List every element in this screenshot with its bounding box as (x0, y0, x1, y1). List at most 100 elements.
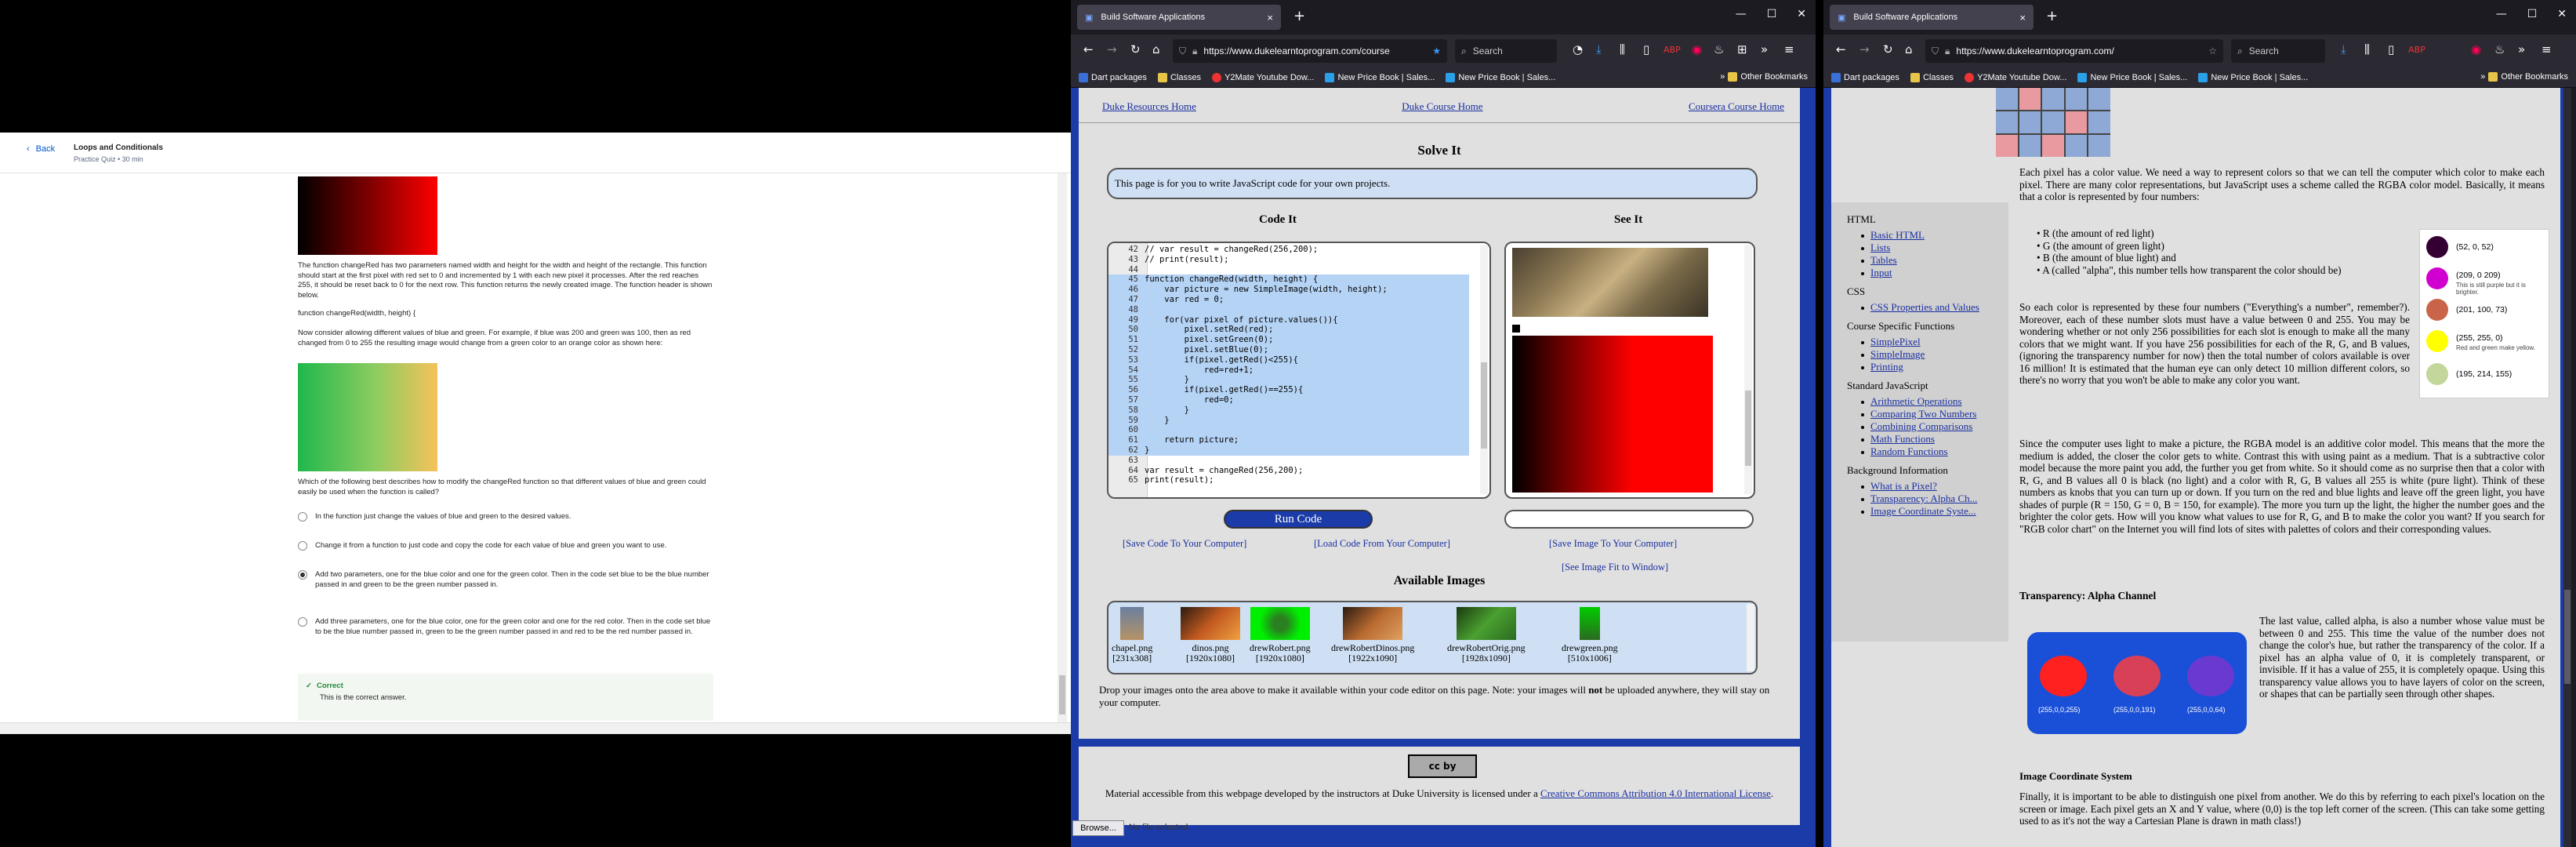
answer-option[interactable]: Change it from a function to just code a… (298, 541, 713, 551)
sidebar-link[interactable]: Combining Comparisons (1870, 420, 1972, 433)
sidebar-link[interactable]: Lists (1870, 242, 1890, 254)
code-line[interactable]: 51 pixel.setGreen(0); (1108, 335, 1469, 345)
home-icon[interactable]: ⌂ (1152, 42, 1160, 56)
new-tab-icon[interactable]: + (1293, 8, 1305, 24)
bookmark-item[interactable]: New Price Book | Sales... (1325, 72, 1435, 82)
sidebar-link[interactable]: Basic HTML (1870, 229, 1925, 242)
code-line[interactable]: 45 function changeRed(width, height) { (1108, 274, 1469, 285)
sidebar-icon[interactable]: ▯ (2388, 42, 2394, 56)
page-scrollbar[interactable] (2563, 88, 2571, 847)
sidebar-link[interactable]: Arithmetic Operations (1870, 395, 1962, 408)
sidebar-link[interactable]: What is a Pixel? (1870, 480, 1937, 493)
code-line[interactable]: 44 (1108, 265, 1469, 275)
code-line[interactable]: 59 } (1108, 415, 1469, 426)
radio-button-selected[interactable] (298, 570, 307, 580)
code-line[interactable]: 64 var result = changeRed(256,200); (1108, 466, 1469, 476)
radio-button[interactable] (298, 512, 307, 522)
code-line[interactable]: 62} (1108, 445, 1469, 456)
sidebar-link[interactable]: Tables (1870, 254, 1897, 267)
license-link[interactable]: Creative Commons Attribution 4.0 Interna… (1540, 787, 1771, 799)
sidebar-link[interactable]: Image Coordinate Syste... (1870, 505, 1976, 518)
image-thumbnail[interactable]: chapel.png [231x308] (1112, 607, 1152, 663)
answer-option-selected[interactable]: Add two parameters, one for the blue col… (298, 570, 713, 590)
code-line[interactable]: 43 // print(result); (1108, 255, 1469, 265)
bookmark-star-icon[interactable]: ☆ (2208, 45, 2217, 56)
bookmark-item[interactable]: New Price Book | Sales... (2077, 72, 2187, 82)
image-thumbnail[interactable]: dinos.png [1920x1080] (1181, 607, 1240, 663)
horizontal-scrollbar[interactable] (0, 722, 1071, 734)
library-icon[interactable]: ⫼ (1620, 42, 1625, 56)
code-line[interactable]: 47 var red = 0; (1108, 295, 1469, 305)
creative-commons-badge-icon[interactable]: cc by (1408, 754, 1477, 778)
close-window-icon[interactable]: ✕ (2557, 8, 2567, 20)
save-code-link[interactable]: [Save Code To Your Computer] (1123, 538, 1246, 550)
bookmark-star-icon[interactable]: ★ (1432, 45, 1441, 56)
maximize-icon[interactable]: ☐ (1767, 8, 1777, 20)
image-thumbnail[interactable]: drewgreen.png [510x1006] (1562, 607, 1618, 663)
extension-icon[interactable]: ♨ (1714, 42, 1724, 56)
scrollbar-thumb[interactable] (1481, 362, 1487, 449)
duke-resources-link[interactable]: Duke Resources Home (1102, 100, 1196, 116)
library-icon[interactable]: ⫼ (2364, 42, 2370, 56)
radio-button[interactable] (298, 617, 307, 627)
save-image-link[interactable]: [Save Image To Your Computer] (1549, 538, 1677, 550)
code-line[interactable]: 57 red=0; (1108, 395, 1469, 405)
bookmark-item[interactable]: Dart packages (1831, 72, 1899, 82)
pocket-icon[interactable]: ◔ (1573, 42, 1583, 56)
image-thumbnail[interactable]: drewRobertOrig.png [1928x1090] (1447, 607, 1526, 663)
available-images-strip[interactable]: chapel.png [231x308] dinos.png [1920x108… (1107, 601, 1758, 674)
sidebar-link[interactable]: SimplePixel (1870, 336, 1921, 348)
hamburger-menu-icon[interactable]: ≡ (2542, 42, 2552, 56)
answer-option[interactable]: Add three parameters, one for the blue c… (298, 617, 713, 637)
code-line[interactable]: 61 return picture; (1108, 435, 1469, 445)
code-line[interactable]: 50 pixel.setRed(red); (1108, 325, 1469, 336)
answer-option[interactable]: In the function just change the values o… (298, 512, 713, 522)
run-code-button[interactable]: Run Code (1224, 510, 1373, 529)
scrollbar-thumb[interactable] (1745, 391, 1751, 466)
browser-tab[interactable]: ▣ Build Software Applications × (1830, 5, 2034, 30)
sidebar-icon[interactable]: ▯ (1643, 42, 1649, 56)
forward-arrow-icon[interactable]: → (1107, 42, 1117, 56)
image-filename-input[interactable] (1504, 510, 1754, 529)
code-editor[interactable]: 42 // var result = changeRed(256,200); 43 /… (1107, 242, 1491, 499)
image-thumbnail[interactable]: drewRobert.png [1920x1080] (1250, 607, 1311, 663)
fit-image-link[interactable]: [See Image Fit to Window] (1562, 562, 1668, 573)
close-tab-icon[interactable]: × (1267, 12, 1273, 24)
sidebar-link[interactable]: Math Functions (1870, 433, 1935, 445)
maximize-icon[interactable]: ☐ (2527, 8, 2538, 20)
radio-button[interactable] (298, 541, 307, 551)
close-window-icon[interactable]: ✕ (1797, 8, 1806, 20)
extension-icon[interactable]: ◉ (2471, 42, 2481, 56)
bookmark-item[interactable]: Classes (1910, 72, 1954, 82)
sidebar-link[interactable]: Printing (1870, 361, 1903, 373)
code-line[interactable]: 58 } (1108, 405, 1469, 416)
extension-icon[interactable]: ⊞ (1737, 42, 1747, 56)
code-line[interactable]: 54 red=red+1; (1108, 365, 1469, 376)
bookmark-item[interactable]: Classes (1157, 72, 1201, 82)
code-line[interactable]: 49 for(var pixel of picture.values()){ (1108, 314, 1469, 325)
sidebar-link[interactable]: Comparing Two Numbers (1870, 408, 1976, 420)
load-code-link[interactable]: [Load Code From Your Computer] (1314, 538, 1450, 550)
strip-scrollbar[interactable] (1747, 604, 1754, 671)
scrollbar-thumb[interactable] (2564, 590, 2571, 684)
close-tab-icon[interactable]: × (2019, 12, 2026, 24)
sidebar-link[interactable]: CSS Properties and Values (1870, 301, 1979, 314)
extension-icon[interactable]: ♨ (2494, 42, 2505, 56)
preview-scrollbar[interactable] (1744, 245, 1752, 494)
bookmark-item[interactable]: Y2Mate Youtube Dow... (1965, 72, 2066, 82)
search-bar[interactable]: ⌕ Search (2231, 39, 2325, 63)
download-icon[interactable]: ⤓ (2341, 42, 2346, 56)
minimize-icon[interactable]: — (2496, 8, 2507, 20)
code-line[interactable]: 56 if(pixel.getRed()==255){ (1108, 385, 1469, 395)
code-line[interactable]: 46 var picture = new SimpleImage(width, … (1108, 285, 1469, 295)
vertical-scrollbar[interactable] (1058, 173, 1067, 722)
other-bookmarks[interactable]: » Other Bookmarks (1720, 72, 1808, 82)
back-arrow-icon[interactable]: ← (1083, 42, 1094, 56)
editor-scrollbar[interactable] (1480, 245, 1488, 494)
bookmark-item[interactable]: New Price Book | Sales... (1446, 72, 1555, 82)
code-line[interactable]: 63 (1108, 456, 1469, 466)
browse-button[interactable]: Browse... (1072, 820, 1124, 836)
extension-icon[interactable]: ◉ (1692, 42, 1702, 56)
search-bar[interactable]: ⌕ Search (1455, 39, 1557, 63)
browser-tab[interactable]: ▣ Build Software Applications × (1077, 5, 1281, 30)
